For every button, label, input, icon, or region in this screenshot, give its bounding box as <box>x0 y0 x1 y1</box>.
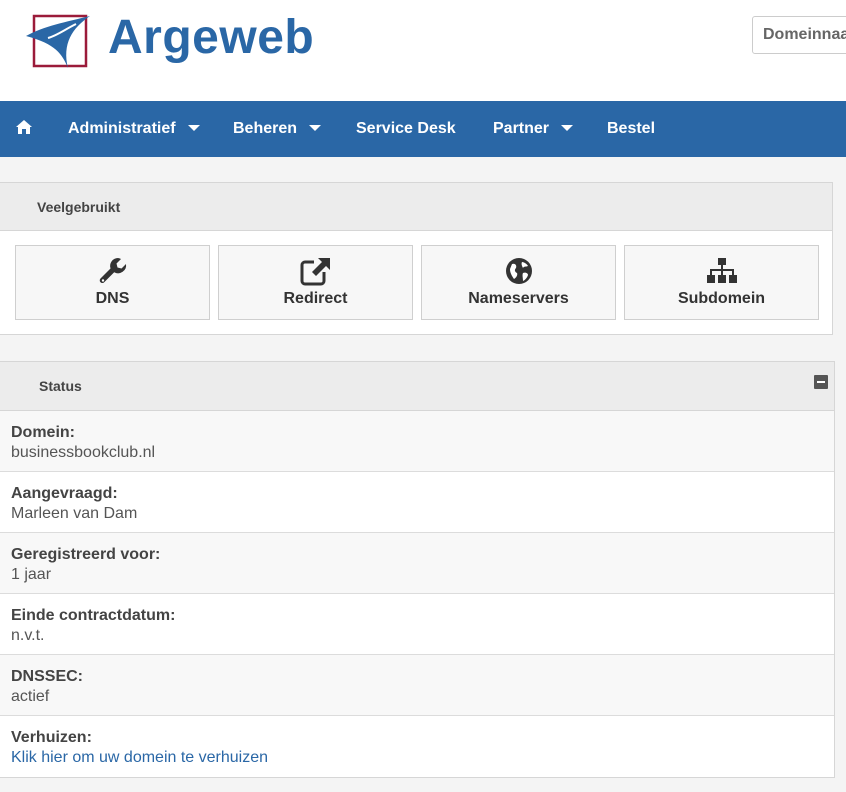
status-key: Domein: <box>11 424 75 441</box>
domain-search[interactable] <box>752 16 846 54</box>
status-key: Aangevraagd: <box>11 485 118 502</box>
domain-search-input[interactable] <box>753 17 846 53</box>
status-list: Domein: businessbookclub.nl Aangevraagd:… <box>0 411 834 777</box>
nav-service-desk[interactable]: Service Desk <box>356 101 456 157</box>
subdomein-button-label: Subdomein <box>677 290 766 307</box>
chevron-down-icon <box>309 124 322 131</box>
status-row-verhuizen: Verhuizen: Klik hier om uw domein te ver… <box>0 716 834 777</box>
collapse-icon[interactable] <box>814 375 828 389</box>
chevron-down-icon <box>561 124 574 131</box>
status-row-dnssec: DNSSEC: actief <box>0 655 834 716</box>
redirect-button-label: Redirect <box>283 290 348 307</box>
status-row-domein: Domein: businessbookclub.nl <box>0 411 834 472</box>
status-value: actief <box>11 688 50 705</box>
status-row-einde-contract: Einde contractdatum: n.v.t. <box>0 594 834 655</box>
status-value: businessbookclub.nl <box>11 444 156 461</box>
wrench-icon <box>99 258 126 283</box>
status-value: Marleen van Dam <box>11 505 138 522</box>
veelgebruikt-title: Veelgebruikt <box>0 183 832 231</box>
nav-service-desk-label: Service Desk <box>356 120 456 137</box>
dns-button[interactable]: DNS <box>15 245 210 320</box>
nameservers-button[interactable]: Nameservers <box>421 245 616 320</box>
globe-icon <box>505 258 532 284</box>
nav-beheren-label: Beheren <box>233 120 298 137</box>
veelgebruikt-panel: Veelgebruikt DNS Redirect Nameservers Su… <box>0 182 833 335</box>
status-key: Einde contractdatum: <box>11 607 176 624</box>
status-panel: Status Domein: businessbookclub.nl Aange… <box>0 361 835 778</box>
subdomein-button[interactable]: Subdomein <box>624 245 819 320</box>
external-link-icon <box>300 258 330 286</box>
nav-administratief-label: Administratief <box>68 120 176 137</box>
status-key: Verhuizen: <box>11 729 92 746</box>
nav-beheren[interactable]: Beheren <box>233 101 322 157</box>
argeweb-logo-icon[interactable] <box>24 14 94 75</box>
nav-home[interactable] <box>16 101 32 157</box>
transfer-domain-link[interactable]: Klik hier om uw domein te verhuizen <box>11 749 268 766</box>
nav-partner-label: Partner <box>493 120 550 137</box>
status-value: 1 jaar <box>11 566 52 583</box>
status-key: Geregistreerd voor: <box>11 546 161 563</box>
nav-partner[interactable]: Partner <box>493 101 574 157</box>
chevron-down-icon <box>187 124 200 131</box>
status-row-geregistreerd: Geregistreerd voor: 1 jaar <box>0 533 834 594</box>
main-nav: Administratief Beheren Service Desk Part… <box>0 101 846 157</box>
redirect-button[interactable]: Redirect <box>218 245 413 320</box>
home-icon <box>16 119 32 134</box>
nameservers-button-label: Nameservers <box>468 290 569 307</box>
dns-button-label: DNS <box>95 290 130 307</box>
logo-text[interactable]: Argeweb <box>108 10 314 65</box>
sitemap-icon <box>706 258 737 283</box>
status-row-aangevraagd: Aangevraagd: Marleen van Dam <box>0 472 834 533</box>
status-key: DNSSEC: <box>11 668 84 685</box>
status-title: Status <box>0 362 834 411</box>
header: Argeweb <box>0 0 846 101</box>
status-value: n.v.t. <box>11 627 45 644</box>
nav-administratief[interactable]: Administratief <box>68 101 200 157</box>
nav-bestel-label: Bestel <box>607 120 656 137</box>
nav-bestel[interactable]: Bestel <box>607 101 655 157</box>
